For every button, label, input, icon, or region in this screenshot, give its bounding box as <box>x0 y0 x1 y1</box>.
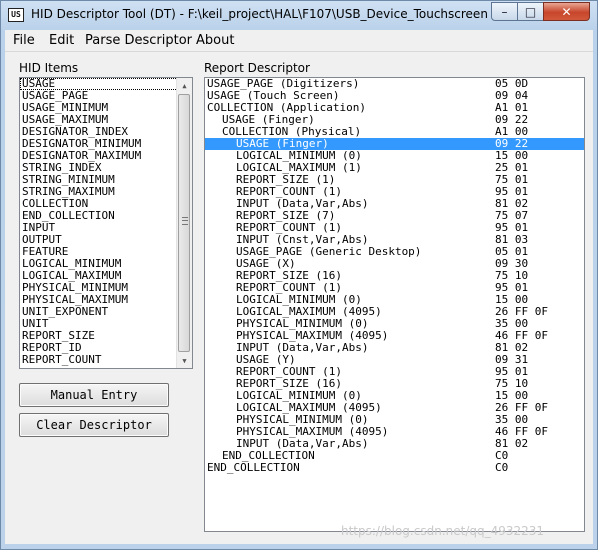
app-window: US HID Descriptor Tool (DT) - F:\keil_pr… <box>0 0 598 550</box>
close-icon: ✕ <box>561 4 572 19</box>
manual-entry-button[interactable]: Manual Entry <box>19 383 169 407</box>
close-button[interactable]: ✕ <box>543 2 590 21</box>
descriptor-hex: C0 <box>495 461 509 474</box>
minimize-button[interactable]: – <box>491 2 518 21</box>
descriptor-row[interactable]: END_COLLECTION C0 <box>205 462 584 474</box>
minimize-icon: – <box>501 4 508 19</box>
hid-items-label: HID Items <box>19 61 79 75</box>
window-title: HID Descriptor Tool (DT) - F:\keil_proje… <box>31 7 487 21</box>
hid-items-scrollbar[interactable]: ▲ ▼ <box>176 78 192 368</box>
hid-item[interactable]: REPORT_COUNT <box>20 354 192 366</box>
report-descriptor-label: Report Descriptor <box>204 61 310 75</box>
report-descriptor-list[interactable]: USAGE_PAGE (Digitizers) 05 0D USAGE (Touch… <box>204 77 585 532</box>
main-panel: HID Items USAGE USAGE_PAGE USAGE_MINIMUM US… <box>5 52 593 544</box>
maximize-icon: □ <box>524 4 537 19</box>
maximize-button[interactable]: □ <box>517 2 544 21</box>
descriptor-item: END_COLLECTION <box>207 461 300 474</box>
hid-items-rows: USAGE USAGE_PAGE USAGE_MINIMUM USAGE_MAXIMU… <box>20 78 192 366</box>
title-bar[interactable]: US HID Descriptor Tool (DT) - F:\keil_pr… <box>1 1 597 29</box>
menu-bar: File Edit Parse Descriptor About <box>5 30 593 52</box>
menu-about[interactable]: About <box>196 33 234 48</box>
app-icon: US <box>8 8 24 22</box>
menu-parse-descriptor[interactable]: Parse Descriptor <box>85 33 192 48</box>
hid-items-list[interactable]: USAGE USAGE_PAGE USAGE_MINIMUM USAGE_MAXIMU… <box>19 77 193 369</box>
watermark: https://blog.csdn.net/qq_4932231 <box>341 524 545 538</box>
menu-file[interactable]: File <box>13 33 35 48</box>
scroll-down-icon[interactable]: ▼ <box>177 353 192 368</box>
scrollbar-thumb[interactable] <box>178 94 190 352</box>
grip-icon <box>182 217 188 225</box>
report-descriptor-rows: USAGE_PAGE (Digitizers) 05 0D USAGE (Touch… <box>205 78 584 474</box>
clear-descriptor-button[interactable]: Clear Descriptor <box>19 413 169 437</box>
scroll-up-icon[interactable]: ▲ <box>177 78 192 93</box>
menu-edit[interactable]: Edit <box>49 33 74 48</box>
